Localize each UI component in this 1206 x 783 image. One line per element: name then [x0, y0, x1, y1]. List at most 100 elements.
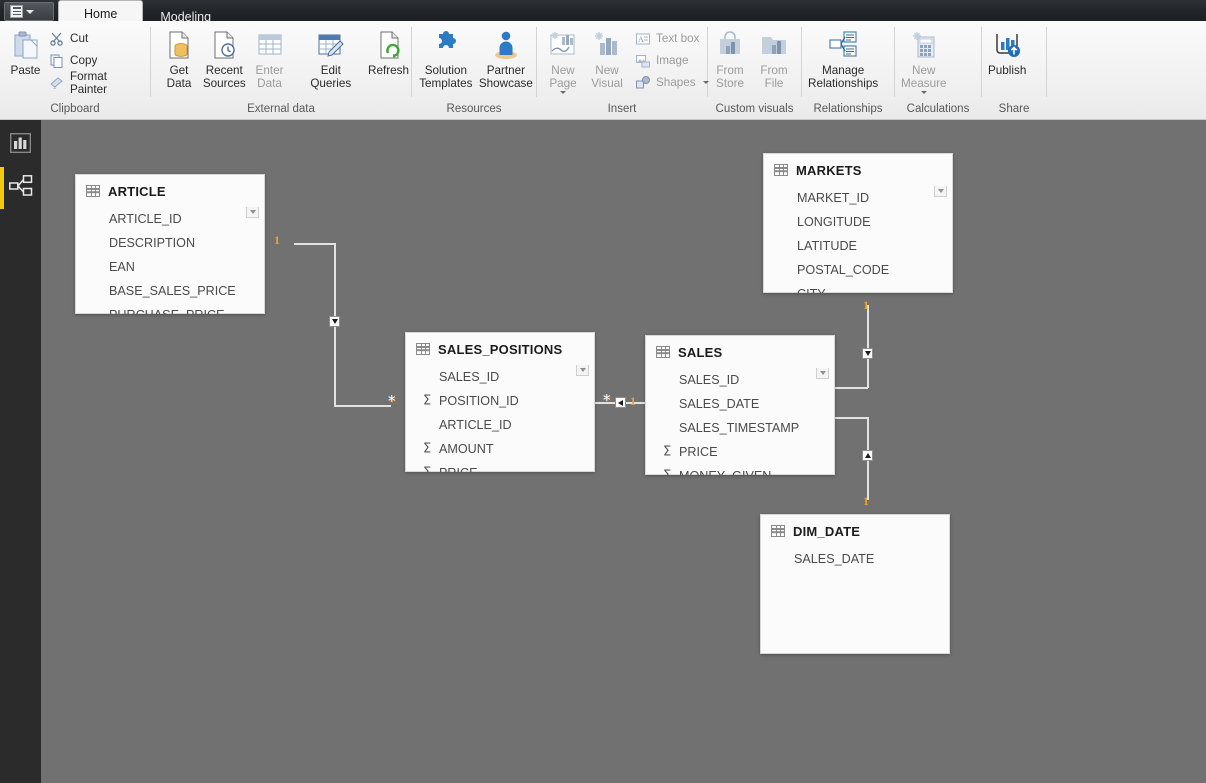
scroll-down-arrow[interactable]	[577, 365, 588, 375]
text-box-button[interactable]: A Text box	[633, 29, 715, 48]
table-row[interactable]: PURCHASE_PRICE	[76, 303, 264, 314]
connector-line	[831, 417, 868, 419]
image-button[interactable]: Image	[633, 51, 715, 70]
table-scrollbar[interactable]	[576, 365, 589, 376]
table-row[interactable]: SALES_ID	[406, 365, 594, 389]
connector-line	[334, 405, 391, 407]
table-row[interactable]: Σ AMOUNT	[406, 437, 594, 461]
table-name: SALES_POSITIONS	[438, 341, 563, 357]
edit-queries-icon	[315, 29, 347, 61]
sidebar-item-report-view[interactable]	[0, 124, 41, 166]
scroll-down-arrow[interactable]	[247, 207, 258, 217]
table-row[interactable]: DESCRIPTION	[76, 231, 264, 255]
copy-button[interactable]: Copy	[47, 51, 150, 70]
field-label: SALES_DATE	[794, 552, 875, 566]
image-icon	[635, 53, 651, 69]
publish-label: Publish	[988, 64, 1027, 77]
table-header[interactable]: ARTICLE	[76, 175, 264, 207]
group-label-share: Share	[998, 103, 1030, 115]
table-row[interactable]: LONGITUDE	[764, 210, 952, 234]
table-row[interactable]: ARTICLE_ID	[406, 413, 594, 437]
table-row[interactable]: BASE_SALES_PRICE	[76, 279, 264, 303]
table-row[interactable]: Σ PRICE	[646, 440, 834, 464]
filter-direction-arrow[interactable]	[862, 348, 873, 359]
refresh-button[interactable]: Refresh	[366, 27, 411, 77]
manage-relationships-button[interactable]: Manage Relationships	[802, 27, 884, 90]
table-card-sales[interactable]: SALES SALES_ID SALES_DATE SALES_TIMESTAM…	[645, 335, 835, 475]
new-page-button[interactable]: New Page	[541, 27, 585, 94]
recent-sources-label: Recent Sources	[202, 64, 246, 90]
table-card-markets[interactable]: MARKETS MARKET_ID LONGITUDE LATITUDE POS…	[763, 153, 953, 293]
publish-icon	[991, 29, 1023, 61]
table-icon	[774, 164, 788, 176]
enter-data-button[interactable]: Enter Data	[248, 27, 292, 90]
table-card-article[interactable]: ARTICLE ARTICLE_ID DESCRIPTION EAN BASE_…	[75, 174, 265, 314]
field-label: SALES_ID	[679, 373, 740, 387]
sidebar-item-relationship-view[interactable]	[0, 167, 41, 209]
get-data-button[interactable]: Get Data	[157, 27, 201, 90]
from-store-button[interactable]: From Store	[708, 27, 752, 90]
table-row[interactable]: ARTICLE_ID	[76, 207, 264, 231]
relationship-canvas[interactable]: 1 * * 1 1 * * 1	[41, 120, 1206, 783]
table-row[interactable]: Σ MONEY_GIVEN	[646, 464, 834, 476]
table-field-list[interactable]: ARTICLE_ID DESCRIPTION EAN BASE_SALES_PR…	[76, 207, 264, 314]
table-header[interactable]: DIM_DATE	[761, 515, 949, 547]
scroll-down-arrow[interactable]	[935, 186, 946, 196]
from-file-label: From File	[760, 64, 788, 90]
new-visual-button[interactable]: New Visual	[585, 27, 629, 90]
tab-home-label: Home	[84, 7, 118, 21]
publish-button[interactable]: Publish	[982, 27, 1032, 77]
table-card-sales-positions[interactable]: SALES_POSITIONS SALES_ID Σ POSITION_ID AR…	[405, 332, 595, 472]
paste-label: Paste	[10, 64, 41, 77]
table-field-list[interactable]: MARKET_ID LONGITUDE LATITUDE POSTAL_CODE…	[764, 186, 952, 293]
table-scrollbar[interactable]	[816, 368, 829, 379]
group-label-insert: Insert	[607, 103, 637, 115]
scroll-down-arrow[interactable]	[817, 368, 828, 378]
image-label: Image	[656, 54, 689, 67]
table-header[interactable]: SALES_POSITIONS	[406, 333, 594, 365]
shapes-button[interactable]: Shapes	[633, 73, 715, 92]
chevron-down-icon[interactable]	[920, 91, 927, 94]
table-field-list[interactable]: SALES_ID Σ POSITION_ID ARTICLE_ID Σ AMOUNT…	[406, 365, 594, 472]
table-scrollbar[interactable]	[934, 186, 947, 197]
table-field-list[interactable]: SALES_DATE	[761, 547, 949, 654]
filter-direction-arrow[interactable]	[329, 316, 340, 327]
table-row[interactable]: EAN	[76, 255, 264, 279]
group-label-custom-visuals: Custom visuals	[715, 103, 794, 115]
table-row[interactable]: CITY	[764, 282, 952, 293]
chevron-down-icon[interactable]	[560, 91, 566, 94]
new-measure-button[interactable]: New Measure	[895, 27, 952, 94]
table-row[interactable]: MARKET_ID	[764, 186, 952, 210]
table-header[interactable]: MARKETS	[764, 154, 952, 186]
table-scrollbar[interactable]	[246, 207, 259, 218]
ribbon-group-calculations: New Measure Calculations	[895, 21, 981, 120]
table-row[interactable]: SALES_DATE	[646, 392, 834, 416]
paste-button[interactable]: Paste	[0, 27, 47, 77]
sigma-icon: Σ	[423, 393, 432, 409]
table-row[interactable]: SALES_DATE	[761, 547, 949, 571]
new-measure-label: New Measure	[901, 64, 947, 90]
edit-queries-button[interactable]: Edit Queries	[308, 27, 353, 90]
table-row[interactable]: SALES_TIMESTAMP	[646, 416, 834, 440]
menu-icon[interactable]	[10, 5, 23, 18]
chevron-down-icon[interactable]	[26, 9, 34, 14]
filter-direction-arrow[interactable]	[862, 450, 873, 461]
filter-direction-arrow[interactable]	[615, 397, 626, 408]
table-row[interactable]: POSTAL_CODE	[764, 258, 952, 282]
from-file-button[interactable]: From File	[752, 27, 796, 90]
partner-showcase-button[interactable]: Partner Showcase	[476, 27, 536, 90]
recent-sources-button[interactable]: Recent Sources	[201, 27, 248, 90]
table-header[interactable]: SALES	[646, 336, 834, 368]
table-icon	[771, 525, 785, 537]
format-painter-button[interactable]: Format Painter	[47, 70, 150, 96]
table-field-list[interactable]: SALES_ID SALES_DATE SALES_TIMESTAMP Σ PRI…	[646, 368, 834, 475]
table-card-dim-date[interactable]: DIM_DATE SALES_DATE	[760, 514, 950, 654]
quick-access-toolbar[interactable]	[4, 2, 54, 21]
cut-button[interactable]: Cut	[47, 29, 150, 48]
solution-templates-button[interactable]: Solution Templates	[416, 27, 476, 90]
table-row[interactable]: Σ POSITION_ID	[406, 389, 594, 413]
table-row[interactable]: LATITUDE	[764, 234, 952, 258]
ribbon-group-insert: New Page New Visual A Text box Image Sha…	[537, 21, 709, 120]
table-row[interactable]: Σ PRICE	[406, 461, 594, 473]
table-row[interactable]: SALES_ID	[646, 368, 834, 392]
